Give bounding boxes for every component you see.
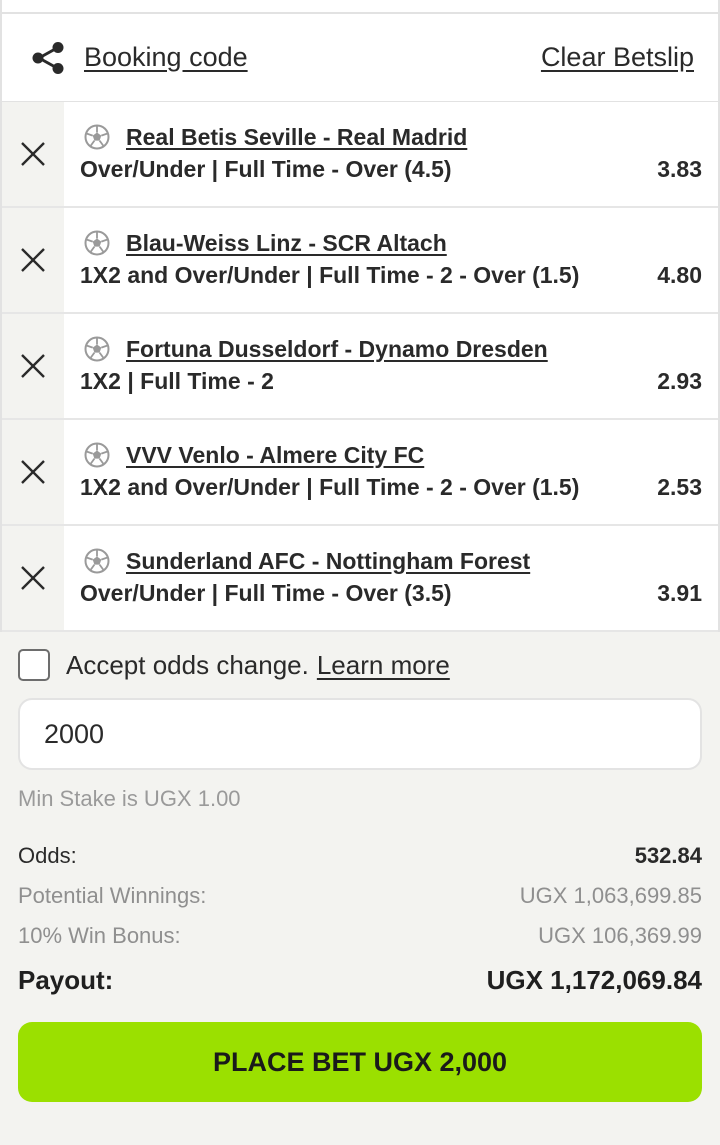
bet-market: 1X2 and Over/Under | Full Time - 2 - Ove…: [80, 473, 580, 500]
bet-odds: 3.83: [657, 155, 702, 182]
remove-bet-close-icon[interactable]: [2, 102, 64, 206]
bet-summary: Odds: 532.84 Potential Winnings: UGX 1,0…: [0, 836, 720, 1002]
odds-value: 532.84: [634, 843, 702, 868]
bet-title-line: Real Betis Seville - Real Madrid: [80, 122, 702, 152]
soccer-ball-icon: [84, 442, 110, 468]
summary-potential-row: Potential Winnings: UGX 1,063,699.85: [18, 876, 702, 916]
soccer-ball-icon: [84, 336, 110, 362]
bet-event-link[interactable]: VVV Venlo - Almere City FC: [126, 442, 424, 469]
win-bonus-value: UGX 106,369.99: [538, 923, 702, 948]
bet-details: Fortuna Dusseldorf - Dynamo Dresden 1X2 |…: [64, 314, 718, 418]
bet-details: Sunderland AFC - Nottingham Forest Over/U…: [64, 526, 718, 630]
potential-winnings-value: UGX 1,063,699.85: [519, 883, 702, 908]
bet-title-line: Fortuna Dusseldorf - Dynamo Dresden: [80, 334, 702, 364]
remove-bet-close-icon[interactable]: [2, 420, 64, 524]
bet-market-line: 1X2 and Over/Under | Full Time - 2 - Ove…: [80, 470, 702, 504]
bet-odds: 4.80: [657, 261, 702, 288]
bet-item: Fortuna Dusseldorf - Dynamo Dresden 1X2 |…: [2, 314, 718, 420]
potential-winnings-label: Potential Winnings:: [18, 883, 207, 908]
win-bonus-label: 10% Win Bonus:: [18, 923, 181, 948]
bet-market-line: 1X2 and Over/Under | Full Time - 2 - Ove…: [80, 258, 702, 292]
summary-bonus-row: 10% Win Bonus: UGX 106,369.99: [18, 916, 702, 956]
place-bet-button[interactable]: PLACE BET UGX 2,000: [18, 1022, 702, 1102]
soccer-ball-icon: [84, 548, 110, 574]
clear-betslip-link[interactable]: Clear Betslip: [541, 42, 694, 73]
accept-odds-checkbox[interactable]: [18, 649, 50, 681]
stake-input[interactable]: [18, 698, 702, 770]
bet-market: Over/Under | Full Time - Over (3.5): [80, 579, 452, 606]
bet-title-line: Sunderland AFC - Nottingham Forest: [80, 546, 702, 576]
bet-market: 1X2 | Full Time - 2: [80, 367, 274, 394]
summary-payout-row: Payout: UGX 1,172,069.84: [18, 958, 702, 1002]
bet-market-line: 1X2 | Full Time - 2 2.93: [80, 364, 702, 398]
bet-event-link[interactable]: Fortuna Dusseldorf - Dynamo Dresden: [126, 336, 548, 363]
betslip-page: Booking code Clear Betslip Real Betis Se…: [0, 0, 720, 1145]
bet-item: VVV Venlo - Almere City FC 1X2 and Over/U…: [2, 420, 718, 526]
summary-odds-row: Odds: 532.84: [18, 836, 702, 876]
learn-more-link[interactable]: Learn more: [317, 650, 450, 681]
remove-bet-close-icon[interactable]: [2, 208, 64, 312]
remove-bet-close-icon[interactable]: [2, 314, 64, 418]
bet-event-link[interactable]: Real Betis Seville - Real Madrid: [126, 124, 467, 151]
soccer-ball-icon: [84, 124, 110, 150]
payout-label: Payout:: [18, 964, 114, 995]
bet-odds: 3.91: [657, 579, 702, 606]
bet-title-line: Blau-Weiss Linz - SCR Altach: [80, 228, 702, 258]
bet-event-link[interactable]: Sunderland AFC - Nottingham Forest: [126, 548, 530, 575]
top-strip: [0, 0, 720, 12]
bet-market-line: Over/Under | Full Time - Over (3.5) 3.91: [80, 576, 702, 610]
booking-code-group[interactable]: Booking code: [30, 40, 248, 76]
soccer-ball-icon: [84, 230, 110, 256]
share-icon[interactable]: [30, 40, 66, 76]
booking-code-link[interactable]: Booking code: [84, 42, 248, 73]
payout-value: UGX 1,172,069.84: [486, 964, 702, 995]
bet-odds: 2.53: [657, 473, 702, 500]
min-stake-text: Min Stake is UGX 1.00: [18, 786, 241, 811]
betslip-header: Booking code Clear Betslip: [0, 12, 720, 102]
bet-details: Real Betis Seville - Real Madrid Over/Und…: [64, 102, 718, 206]
bet-item: Sunderland AFC - Nottingham Forest Over/U…: [2, 526, 718, 632]
bet-details: VVV Venlo - Almere City FC 1X2 and Over/U…: [64, 420, 718, 524]
bet-title-line: VVV Venlo - Almere City FC: [80, 440, 702, 470]
bet-market: 1X2 and Over/Under | Full Time - 2 - Ove…: [80, 261, 580, 288]
odds-label: Odds:: [18, 843, 77, 868]
remove-bet-close-icon[interactable]: [2, 526, 64, 630]
bet-item: Blau-Weiss Linz - SCR Altach 1X2 and Over…: [2, 208, 718, 314]
bet-market-line: Over/Under | Full Time - Over (4.5) 3.83: [80, 152, 702, 186]
bet-details: Blau-Weiss Linz - SCR Altach 1X2 and Over…: [64, 208, 718, 312]
accept-odds-label: Accept odds change.: [66, 649, 309, 680]
accept-odds-row: Accept odds change. Learn more: [0, 632, 720, 698]
bet-list: Real Betis Seville - Real Madrid Over/Und…: [0, 102, 720, 632]
bet-event-link[interactable]: Blau-Weiss Linz - SCR Altach: [126, 230, 447, 257]
bet-market: Over/Under | Full Time - Over (4.5): [80, 155, 452, 182]
bet-item: Real Betis Seville - Real Madrid Over/Und…: [2, 102, 718, 208]
bet-odds: 2.93: [657, 367, 702, 394]
